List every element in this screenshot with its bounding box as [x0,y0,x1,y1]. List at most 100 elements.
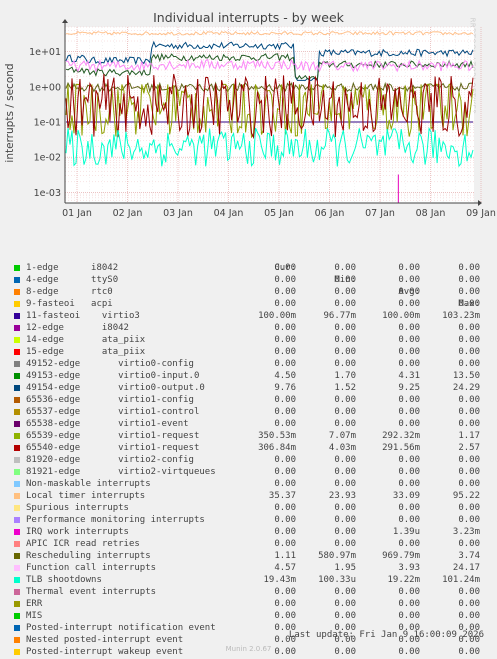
x-tick-label: 09 Jan [466,208,496,219]
legend-min-value: 0.00 [334,287,356,297]
legend-label: 12-edge i8042 [26,323,129,333]
legend-row: 49153-edge virtio0-input.0 4.50 1.70 4.31 13… [12,370,492,382]
legend-max-value: 13.50 [452,371,480,381]
legend-row: Non-maskable interrupts 0.00 0.00 0.00 0.00 [12,478,492,490]
legend-min-value: 0.00 [334,347,356,357]
legend-row: APIC ICR read retries 0.00 0.00 0.00 0.00 [12,538,492,550]
legend-max-value: 0.00 [458,599,480,609]
legend-label: 65537-edge virtio1-control [26,407,200,417]
legend-max-value: 0.00 [458,407,480,417]
legend-swatch [14,565,20,571]
y-tick-label: 1e-02 [34,153,61,164]
legend-swatch [14,385,20,391]
legend-max-value: 0.00 [458,263,480,273]
legend-max-value: 0.00 [458,287,480,297]
legend-label: 81920-edge virtio2-config [26,455,194,465]
legend-swatch [14,265,20,271]
legend-row: 65537-edge virtio1-control 0.00 0.00 0.00 0.… [12,406,492,418]
legend-min-value: 0.00 [334,527,356,537]
legend-swatch [14,517,20,523]
y-tick-label: 1e+00 [29,82,61,93]
legend-min-value: 1.70 [334,371,356,381]
legend-swatch [14,313,20,319]
legend-header: Cur: Min: Avg: Max: [12,250,492,309]
legend-row: 4-edge ttyS0 0.00 0.00 0.00 0.00 [12,274,492,286]
legend-max-value: 0.00 [458,275,480,285]
legend-min-value: 0.00 [334,611,356,621]
legend-label: ERR [26,599,43,609]
legend-min-value: 0.00 [334,335,356,345]
legend-min-value: 0.00 [334,407,356,417]
legend-swatch [14,445,20,451]
legend-row: Thermal event interrupts 0.00 0.00 0.00 0.00 [12,586,492,598]
legend-max-value: 0.00 [458,323,480,333]
legend-max-value: 0.00 [458,587,480,597]
legend-label: 1-edge i8042 [26,263,119,273]
legend-min-value: 0.00 [334,587,356,597]
legend-swatch [14,373,20,379]
legend-max-value: 0.00 [458,335,480,345]
legend-min-value: 0.00 [334,515,356,525]
x-tick-label: 08 Jan [416,208,446,219]
legend-swatch [14,481,20,487]
legend-swatch [14,469,20,475]
legend-max-value: 0.00 [458,503,480,513]
legend-row: Local timer interrupts 35.37 23.93 33.09 95.… [12,490,492,502]
legend-min-value: 0.00 [334,419,356,429]
legend-max-value: 24.17 [452,563,480,573]
legend-min-value: 0.00 [334,263,356,273]
legend-max-value: 0.00 [458,395,480,405]
legend-label: Non-maskable interrupts [26,479,151,489]
legend-max-value: 0.00 [458,299,480,309]
legend-min-value: 0.00 [334,299,356,309]
legend-swatch [14,397,20,403]
legend-label: 49154-edge virtio0-output.0 [26,383,205,393]
legend-swatch [14,457,20,463]
legend-row: 12-edge i8042 0.00 0.00 0.00 0.00 [12,322,492,334]
y-tick-label: 1e-03 [34,188,61,199]
legend-min-value: 96.77m [323,311,356,321]
legend-label: Thermal event interrupts [26,587,157,597]
legend-max-value: 1.17 [458,431,480,441]
legend-min-value: 580.97m [318,551,356,561]
legend-row: 81921-edge virtio2-virtqueues 0.00 0.00 0.0… [12,466,492,478]
legend-label: 65539-edge virtio1-request [26,431,200,441]
legend-min-value: 7.07m [328,431,356,441]
legend-label: Performance monitoring interrupts [26,515,205,525]
legend-max-value: 103.23m [442,311,480,321]
legend-label: Spurious interrupts [26,503,129,513]
legend-max-value: 0.00 [458,347,480,357]
legend-min-value: 0.00 [334,599,356,609]
legend-label: 65536-edge virtio1-config [26,395,194,405]
legend-swatch [14,505,20,511]
legend-row: 49154-edge virtio0-output.0 9.76 1.52 9.25 2… [12,382,492,394]
legend-label: 9-fasteoi acpi [26,299,113,309]
legend-max-value: 101.24m [442,575,480,585]
legend-row: 65536-edge virtio1-config 0.00 0.00 0.00 0.0… [12,394,492,406]
legend-row: 11-fasteoi virtio3 100.00m 96.77m 100.00m 10… [12,310,492,322]
legend-min-value: 0.00 [334,275,356,285]
legend-swatch [14,553,20,559]
legend-min-value: 0.00 [334,479,356,489]
legend-row: 1-edge i8042 0.00 0.00 0.00 0.00 [12,262,492,274]
chart-plot: 1e+01 1e+00 1e-01 1e-02 1e-0301 Jan 02 Jan 03 … [29,19,496,219]
legend-min-value: 0.00 [334,323,356,333]
legend-min-value: 0.00 [334,503,356,513]
legend-min-value: 0.00 [334,539,356,549]
legend-label: IRQ work interrupts [26,527,129,537]
legend-max-value: 0.00 [458,611,480,621]
legend-label: 8-edge rtc0 [26,287,113,297]
legend-label: 14-edge ata_piix [26,335,146,345]
legend-min-value: 0.00 [334,455,356,465]
legend-label: Local timer interrupts [26,491,146,501]
legend-row: TLB shootdowns 19.43m 100.33u 19.22m 101.24m [12,574,492,586]
legend-min-value: 1.52 [334,383,356,393]
legend-label: 15-edge ata_piix [26,347,146,357]
x-tick-label: 03 Jan [163,208,193,219]
legend-swatch [14,277,20,283]
legend-min-value: 4.03m [328,443,356,453]
legend-min-value: 23.93 [328,491,356,501]
legend-row: ERR 0.00 0.00 0.00 0.00 [12,598,492,610]
legend-min-value: 0.00 [334,359,356,369]
legend-swatch [14,349,20,355]
